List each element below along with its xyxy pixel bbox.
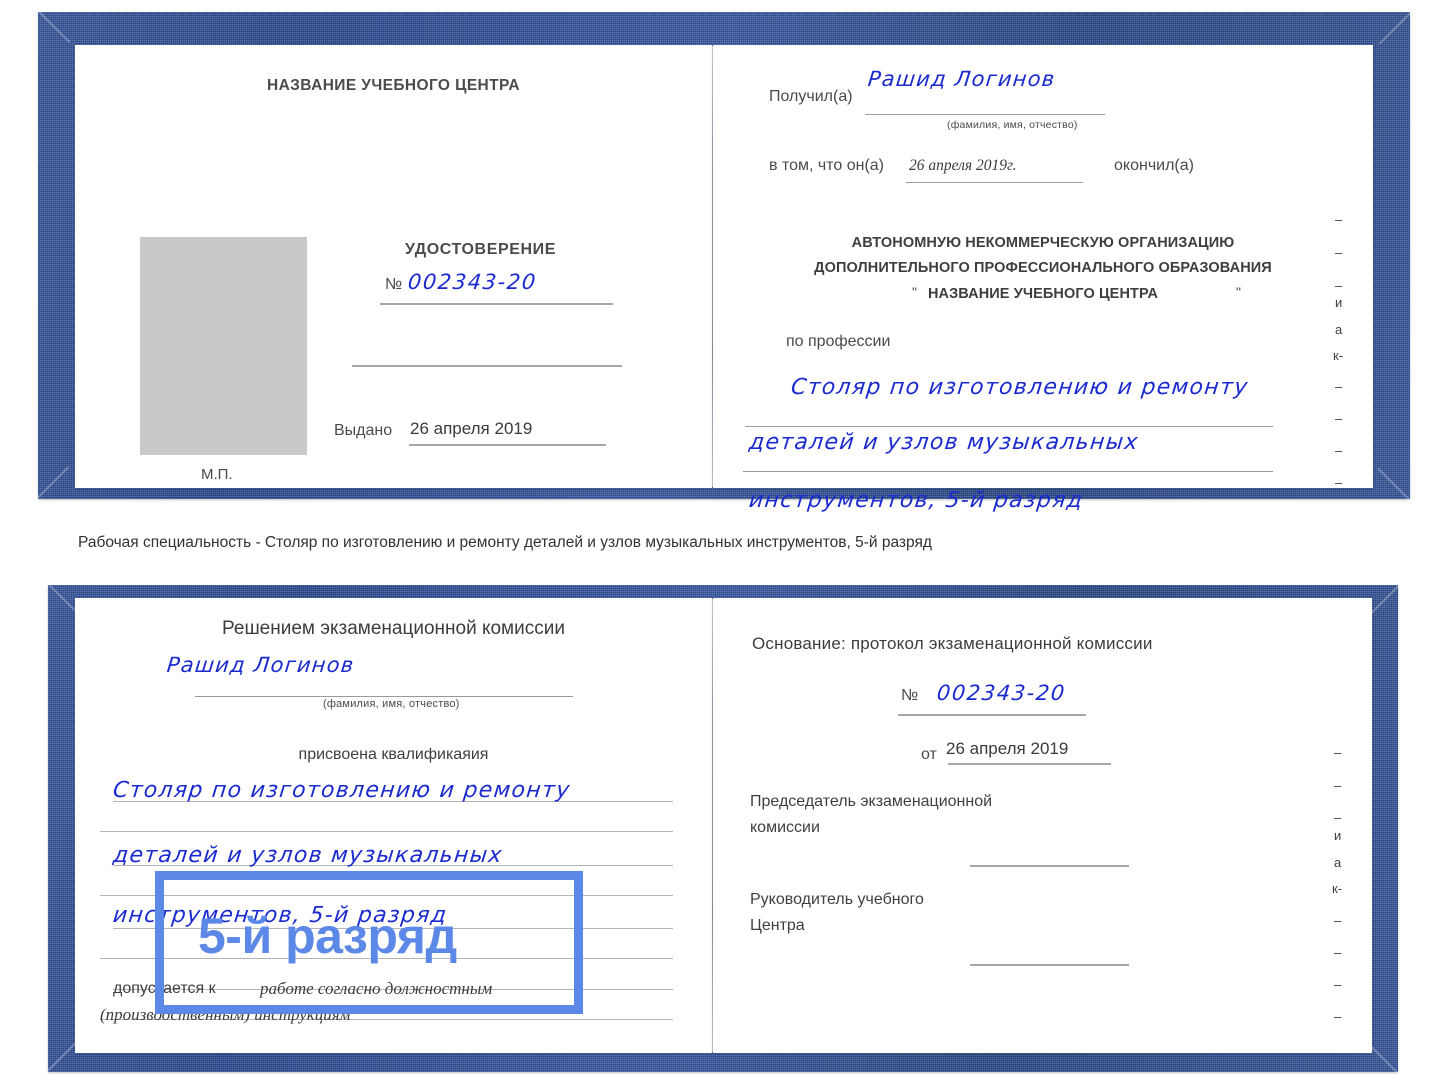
edge-fragment: и xyxy=(1334,828,1342,843)
edge-fragment: – xyxy=(1335,212,1343,227)
edge-fragment: а xyxy=(1335,322,1343,337)
from-label: от xyxy=(921,746,937,763)
finished-label: окончил(а) xyxy=(1114,157,1194,174)
received-value: Рашид Логинов xyxy=(866,67,1057,91)
bottom-right-page: Основание: протокол экзаменационной коми… xyxy=(713,598,1372,1053)
chairman-signature-rule xyxy=(970,865,1129,867)
issued-rule xyxy=(409,444,606,446)
profession-line-2: деталей и узлов музыкальных xyxy=(747,430,1141,455)
qualification-line-2: деталей и узлов музыкальных xyxy=(111,843,505,868)
photo-placeholder xyxy=(140,237,307,455)
edge-fragment: – xyxy=(1335,245,1343,260)
received-label: Получил(а) xyxy=(769,88,853,105)
edge-fragment: – xyxy=(1334,913,1342,928)
caption-text: Рабочая специальность - Столяр по изгото… xyxy=(78,534,932,551)
number-rule xyxy=(380,303,613,305)
number-rule xyxy=(898,714,1086,716)
profession-line-3: инструментов, 5-й разряд xyxy=(747,488,1085,513)
number-value: 002343-20 xyxy=(935,681,1068,705)
edge-fragment: – xyxy=(1334,778,1342,793)
profession-rule-1 xyxy=(745,426,1273,427)
blank-rule-middle xyxy=(352,365,622,367)
edge-fragment: и xyxy=(1335,295,1343,310)
basis-label: Основание: протокол экзаменационной коми… xyxy=(752,634,1153,653)
head-line-1: Руководитель учебного xyxy=(750,891,924,908)
edge-fragment: к- xyxy=(1333,348,1344,363)
in-that-rule xyxy=(906,182,1083,183)
in-that-label: в том, что он(а) xyxy=(769,157,884,174)
page-title: НАЗВАНИЕ УЧЕБНОГО ЦЕНТРА xyxy=(267,77,520,94)
edge-fragment: к- xyxy=(1332,881,1343,896)
fio-hint: (фамилия, имя, отчество) xyxy=(323,698,460,710)
edge-fragment: – xyxy=(1334,810,1342,825)
edge-fragment: – xyxy=(1335,475,1343,490)
profession-label: по профессии xyxy=(786,333,891,350)
profession-rule-2 xyxy=(743,471,1273,472)
edge-fragment: а xyxy=(1334,855,1342,870)
document-word: УДОСТОВЕРЕНИЕ xyxy=(405,241,557,258)
top-right-page: Получил(а) Рашид Логинов (фамилия, имя, … xyxy=(713,45,1373,513)
received-rule xyxy=(865,114,1105,115)
top-left-page: НАЗВАНИЕ УЧЕБНОГО ЦЕНТРА М.П. УДОСТОВЕРЕ… xyxy=(75,45,712,488)
org-line-3: НАЗВАНИЕ УЧЕБНОГО ЦЕНТРА xyxy=(927,286,1159,302)
edge-fragment: – xyxy=(1335,278,1343,293)
issued-value: 26 апреля 2019 xyxy=(410,419,533,438)
org-line-1: АВТОНОМНУЮ НЕКОММЕРЧЕСКУЮ ОРГАНИЗАЦИЮ xyxy=(851,235,1235,251)
name-rule xyxy=(195,696,573,697)
edge-fragment: – xyxy=(1335,411,1343,426)
number-symbol: № xyxy=(901,687,919,704)
chairman-line-1: Председатель экзаменационной xyxy=(750,793,993,810)
chairman-line-2: комиссии xyxy=(750,819,820,836)
org-line-2: ДОПОЛНИТЕЛЬНОГО ПРОФЕССИОНАЛЬНОГО ОБРАЗО… xyxy=(814,260,1272,276)
highlight-label: 5-й разряд xyxy=(198,908,457,964)
edge-fragment: – xyxy=(1335,379,1343,394)
issued-label: Выдано xyxy=(334,422,393,439)
page-title: Решением экзаменационной комиссии xyxy=(222,618,565,639)
from-value: 26 апреля 2019 xyxy=(946,739,1069,758)
edge-fragment: – xyxy=(1334,945,1342,960)
certificate-top-spread: НАЗВАНИЕ УЧЕБНОГО ЦЕНТРА М.П. УДОСТОВЕРЕ… xyxy=(36,10,1412,513)
org-quote-open: " xyxy=(912,284,917,300)
edge-fragment: – xyxy=(1334,1009,1342,1024)
profession-line-1: Столяр по изготовлению и ремонту xyxy=(789,375,1250,400)
qualification-line-1: Столяр по изготовлению и ремонту xyxy=(111,778,572,803)
fio-hint: (фамилия, имя, отчество) xyxy=(947,119,1078,131)
org-quote-close: " xyxy=(1236,284,1241,300)
seal-label: М.П. xyxy=(201,466,233,483)
qualification-label: присвоена квалификаяия xyxy=(298,746,489,763)
edge-fragment: – xyxy=(1334,977,1342,992)
name-value: Рашид Логинов xyxy=(165,653,356,677)
head-line-2: Центра xyxy=(750,917,805,934)
form-rule xyxy=(100,831,673,832)
in-that-value: 26 апреля 2019г. xyxy=(909,157,1017,174)
number-value: 002343-20 xyxy=(406,270,539,294)
edge-fragment: – xyxy=(1334,745,1342,760)
from-rule xyxy=(948,763,1111,765)
edge-fragment: – xyxy=(1335,443,1343,458)
number-symbol: № xyxy=(385,276,403,293)
head-signature-rule xyxy=(970,964,1129,966)
